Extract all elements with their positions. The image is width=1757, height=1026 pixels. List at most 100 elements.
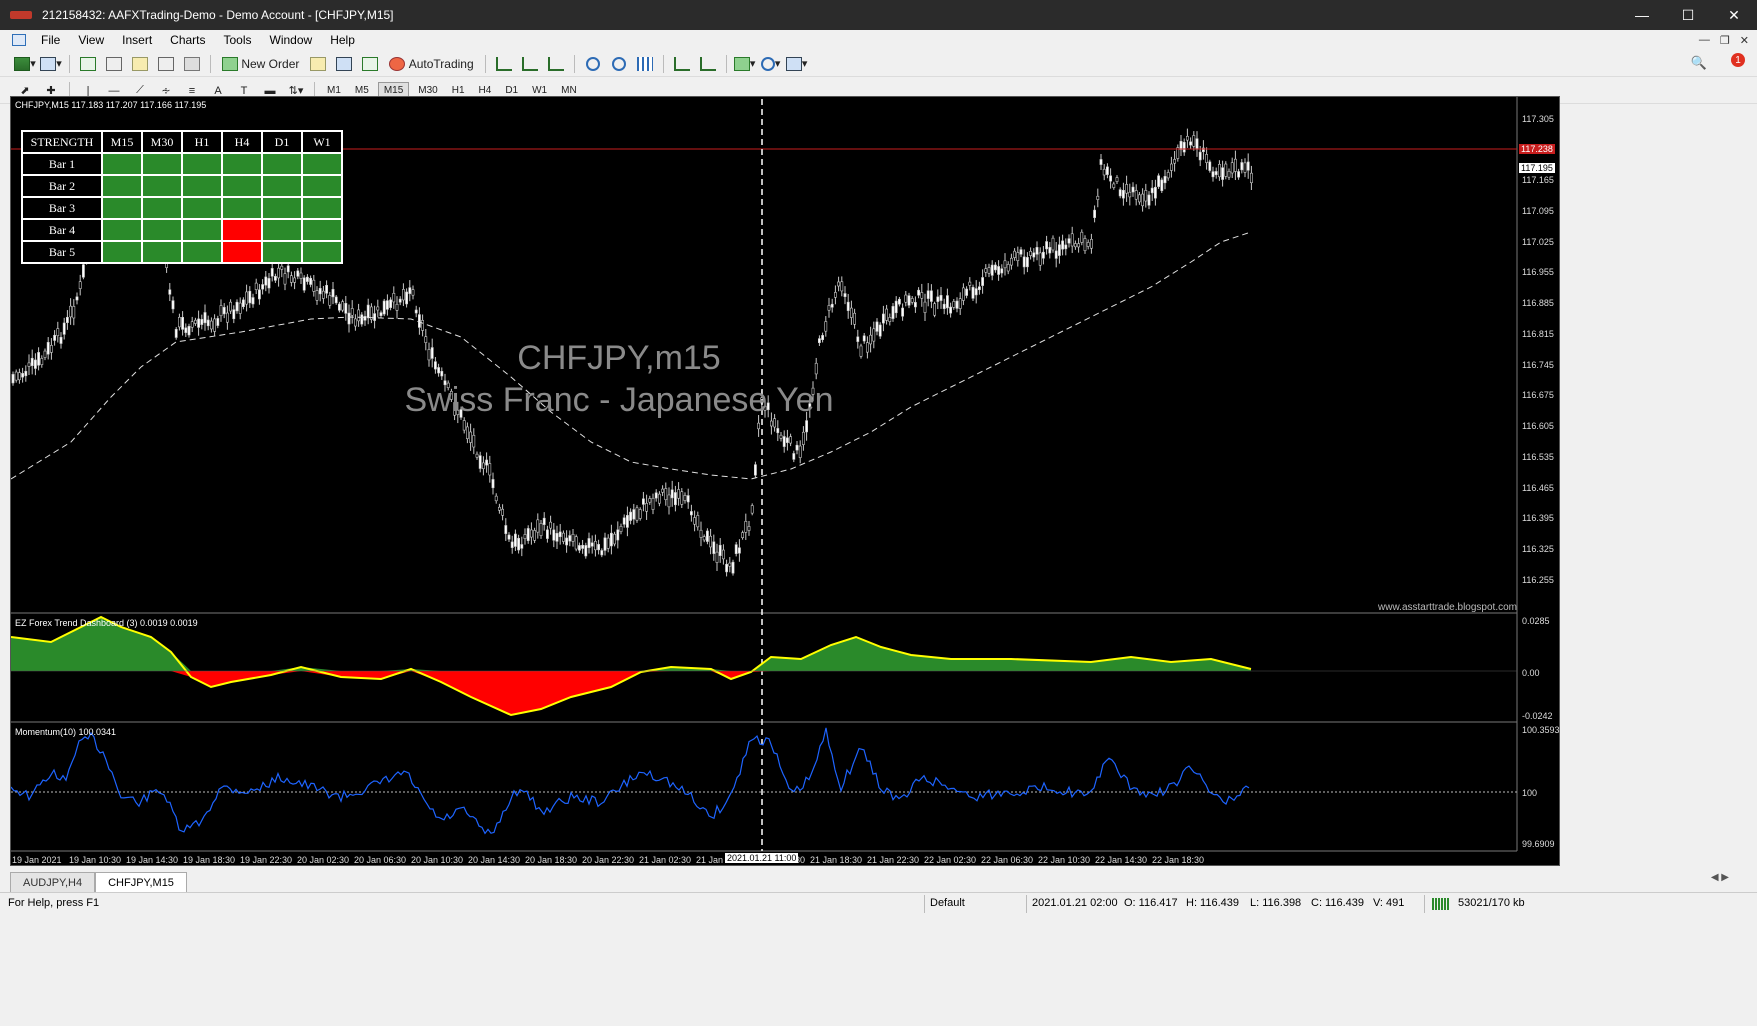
- candle-body: [248, 290, 252, 304]
- mdi-close-button[interactable]: ✕: [1740, 34, 1749, 47]
- market-watch-icon: [80, 56, 96, 71]
- maximize-button[interactable]: ☐: [1665, 0, 1711, 30]
- candle-body: [194, 319, 197, 324]
- candle-body: [1061, 240, 1065, 250]
- dashboard-row: Bar 4: [21, 218, 343, 242]
- candle-body: [1186, 136, 1189, 141]
- chart-shift-button[interactable]: [697, 54, 719, 74]
- candle-body: [840, 281, 844, 292]
- candle-body: [325, 285, 329, 294]
- autoscroll-button[interactable]: [671, 54, 693, 74]
- autotrading-button[interactable]: AutoTrading: [385, 54, 477, 74]
- strategy-tester-button[interactable]: [181, 54, 203, 74]
- line-chart-button[interactable]: [545, 54, 567, 74]
- dashboard-header-cell: M15: [101, 130, 143, 154]
- candle-body: [1173, 159, 1177, 164]
- autotrading-label: AutoTrading: [408, 56, 474, 71]
- candle-body: [273, 276, 277, 281]
- candle-body: [654, 492, 658, 499]
- dashboard-strength-cell: [301, 152, 343, 176]
- new-order-button[interactable]: New Order: [218, 54, 303, 74]
- tile-windows-icon: [636, 56, 653, 71]
- navigator-button[interactable]: [129, 54, 151, 74]
- candlestick-button[interactable]: [519, 54, 541, 74]
- candle-body: [965, 288, 969, 296]
- close-button[interactable]: ✕: [1711, 0, 1757, 30]
- menu-file[interactable]: File: [32, 33, 69, 47]
- candle-body: [242, 299, 245, 308]
- crosshair-target-icon: [106, 56, 122, 71]
- candle-body: [1045, 241, 1049, 250]
- new-chart-button[interactable]: ▾: [14, 54, 36, 74]
- menu-charts[interactable]: Charts: [161, 33, 214, 47]
- menu-view[interactable]: View: [69, 33, 113, 47]
- chart-window-icon[interactable]: [12, 34, 26, 46]
- dashboard-strength-cell: [181, 174, 223, 198]
- price-scale-label: 116.465: [1522, 482, 1554, 493]
- tab-chfjpy-m15[interactable]: CHFJPY,M15: [95, 872, 187, 892]
- dashboard-strength-cell: [261, 196, 303, 220]
- candle-body: [309, 277, 313, 285]
- candle-body: [1182, 141, 1186, 153]
- candle-body: [27, 362, 31, 367]
- candle-body: [481, 462, 485, 469]
- profiles-icon: [40, 56, 57, 71]
- candle-body: [1070, 233, 1074, 247]
- zoom-out-button[interactable]: [608, 54, 630, 74]
- zoom-in-icon: [585, 56, 600, 71]
- indicator2-scale-label: 99.6909: [1522, 839, 1555, 849]
- price-scale-label: 117.095: [1522, 205, 1554, 216]
- candle-body: [1128, 191, 1132, 198]
- mdi-restore-button[interactable]: ❐: [1720, 34, 1730, 47]
- search-icon[interactable]: 🔍: [1691, 55, 1707, 71]
- menu-window[interactable]: Window: [261, 33, 322, 47]
- candle-body: [683, 495, 687, 501]
- mdi-minimize-button[interactable]: —: [1699, 34, 1710, 46]
- zoom-in-button[interactable]: [582, 54, 604, 74]
- candle-body: [318, 288, 322, 295]
- notification-badge[interactable]: 1: [1731, 53, 1745, 67]
- indicator1-header: EZ Forex Trend Dashboard (3) 0.0019 0.00…: [15, 618, 198, 628]
- menu-insert[interactable]: Insert: [113, 33, 161, 47]
- price-scale-label: 116.675: [1522, 390, 1554, 401]
- candle-body: [593, 541, 597, 551]
- time-scale-label: 21 Jan 02:30: [639, 855, 692, 865]
- periods-button[interactable]: ▾: [760, 54, 782, 74]
- dashboard-strength-cell: [301, 174, 343, 198]
- candle-body: [408, 287, 412, 294]
- connection-traffic-icon[interactable]: [1432, 898, 1450, 910]
- templates-button[interactable]: ▾: [785, 54, 808, 74]
- candle-body: [235, 301, 239, 312]
- signals-button[interactable]: [333, 54, 355, 74]
- market-watch-button[interactable]: [77, 54, 99, 74]
- candle-body: [984, 268, 988, 273]
- app-icon: [10, 11, 32, 19]
- candle-body: [280, 265, 284, 270]
- tab-audjpy-h4[interactable]: AUDJPY,H4: [10, 872, 96, 892]
- tab-scroll-arrows[interactable]: ◀ ▶: [1711, 872, 1729, 883]
- tile-windows-button[interactable]: [634, 54, 656, 74]
- dashboard-strength-cell: [101, 174, 143, 198]
- candle-body: [961, 287, 965, 301]
- candle-body: [741, 532, 745, 538]
- time-scale-label: 20 Jan 02:30: [297, 855, 350, 865]
- menu-help[interactable]: Help: [321, 33, 364, 47]
- meta-editor-button[interactable]: [307, 54, 329, 74]
- dashboard-row-label: Bar 2: [21, 174, 103, 198]
- rectangle-icon: ▬: [264, 84, 276, 97]
- bar-chart-button[interactable]: [493, 54, 515, 74]
- candle-body: [344, 303, 348, 314]
- candle-body: [955, 300, 959, 309]
- chart-window[interactable]: CHFJPY,M15 117.183 117.207 117.166 117.1…: [10, 96, 1560, 866]
- minimize-button[interactable]: —: [1619, 0, 1665, 30]
- profiles-button[interactable]: ▾: [40, 54, 62, 74]
- menu-tools[interactable]: Tools: [215, 33, 261, 47]
- terminal-button[interactable]: [155, 54, 177, 74]
- candle-body: [952, 301, 956, 308]
- data-window-button[interactable]: [103, 54, 125, 74]
- time-scale-label: 22 Jan 10:30: [1038, 855, 1091, 865]
- market-button[interactable]: [359, 54, 381, 74]
- candle-body: [539, 523, 543, 536]
- candle-body: [296, 270, 300, 277]
- indicators-button[interactable]: ▾: [733, 54, 756, 74]
